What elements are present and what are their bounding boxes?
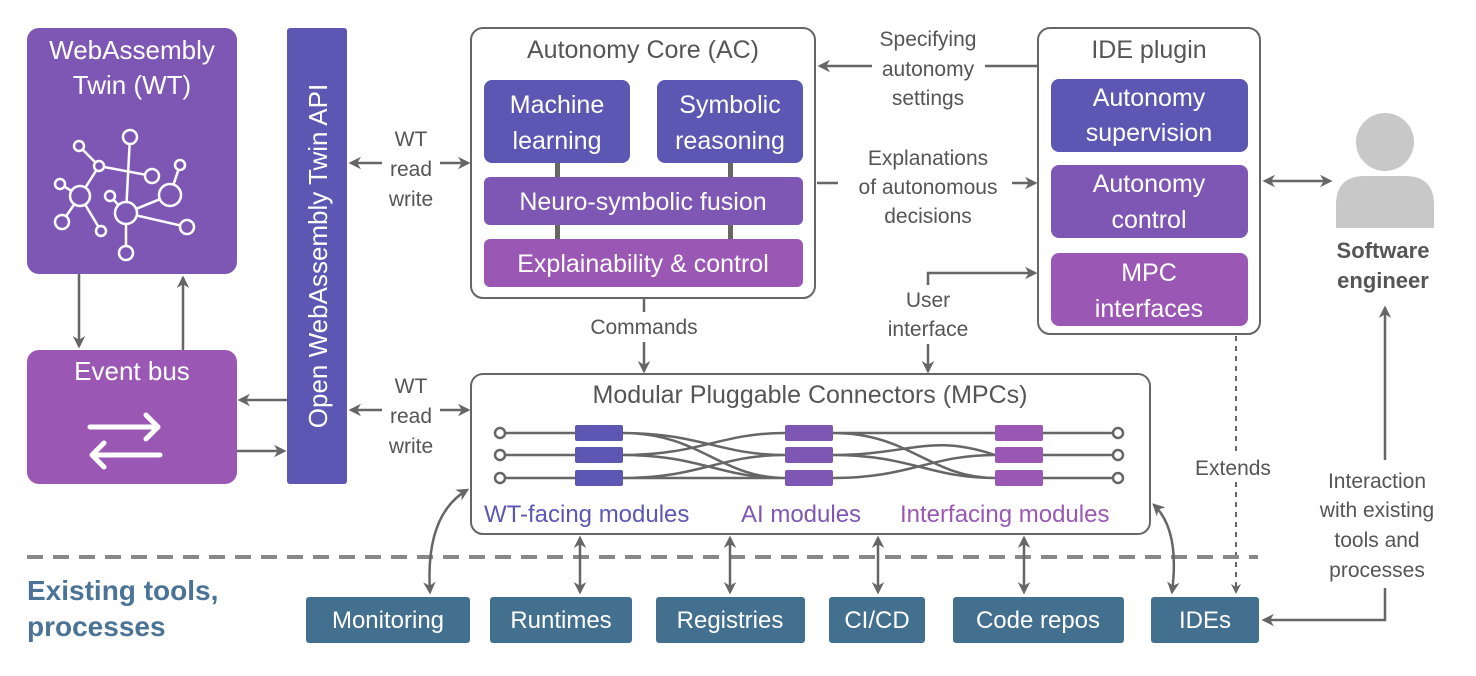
interaction-label: Interaction with existing tools and proc…	[1261, 305, 1434, 627]
svg-text:engineer: engineer	[1337, 268, 1429, 293]
architecture-diagram: WebAssembly Twin (WT) Event bus Open Web…	[27, 27, 1434, 643]
svg-text:Code repos: Code repos	[976, 607, 1100, 634]
svg-text:write: write	[388, 435, 433, 458]
tool-registries: Registries	[656, 597, 805, 643]
svg-text:Modular Pluggable Connectors (: Modular Pluggable Connectors (MPCs)	[593, 381, 1028, 409]
user-interface-label: User interface	[888, 266, 1038, 374]
svg-text:decisions: decisions	[884, 205, 972, 228]
wt-read-write-bottom: WT read write	[348, 375, 471, 458]
wt-facing-module-blocks	[575, 425, 623, 486]
svg-text:Software: Software	[1337, 238, 1430, 263]
svg-text:Autonomy: Autonomy	[1093, 84, 1206, 112]
svg-text:with existing: with existing	[1319, 499, 1434, 522]
svg-text:autonomy: autonomy	[882, 58, 975, 81]
ac-title: Autonomy Core (AC)	[527, 36, 759, 64]
svg-text:processes: processes	[1329, 559, 1425, 582]
tool-cicd: CI/CD	[829, 597, 925, 643]
svg-text:read: read	[390, 405, 432, 428]
svg-text:settings: settings	[892, 87, 964, 110]
webassembly-twin-box: WebAssembly Twin (WT)	[27, 28, 237, 274]
svg-text:Runtimes: Runtimes	[510, 607, 611, 634]
wt-read-write-top: WT read write	[348, 128, 471, 211]
svg-text:Registries: Registries	[677, 607, 784, 634]
svg-text:User: User	[906, 289, 950, 312]
svg-text:Extends: Extends	[1195, 457, 1271, 480]
ide-plugin-box: IDE plugin Autonomy supervision Autonomy…	[1037, 27, 1261, 335]
svg-text:reasoning: reasoning	[675, 127, 785, 155]
commands-label: Commands	[590, 298, 698, 374]
svg-text:WT: WT	[395, 128, 428, 151]
svg-text:CI/CD: CI/CD	[844, 607, 909, 634]
existing-tools-heading: Existing tools,	[27, 575, 218, 606]
svg-text:Monitoring: Monitoring	[332, 607, 444, 634]
svg-text:Autonomy: Autonomy	[1093, 170, 1206, 198]
svg-text:control: control	[1111, 206, 1186, 234]
interfacing-module-blocks	[995, 425, 1043, 486]
svg-text:AI modules: AI modules	[741, 501, 861, 528]
tool-runtimes: Runtimes	[490, 597, 632, 643]
user-icon	[1336, 113, 1434, 228]
event-bus-box: Event bus	[27, 350, 237, 484]
svg-text:tools and: tools and	[1334, 529, 1419, 552]
svg-text:Interaction: Interaction	[1328, 470, 1426, 493]
tool-ides: IDEs	[1151, 597, 1259, 643]
svg-text:Symbolic: Symbolic	[679, 91, 780, 119]
tool-monitoring: Monitoring	[306, 597, 470, 643]
mpc-box: Modular Pluggable Connectors (MPCs) WT-f…	[470, 373, 1151, 535]
svg-text:supervision: supervision	[1086, 119, 1212, 147]
svg-text:IDEs: IDEs	[1179, 607, 1231, 634]
svg-text:Explanations: Explanations	[868, 147, 988, 170]
tool-code-repos: Code repos	[953, 597, 1124, 643]
event-bus-label: Event bus	[74, 356, 190, 386]
svg-text:interface: interface	[888, 318, 969, 341]
extends-connector: Extends	[1195, 336, 1271, 594]
wt-title-line1: WebAssembly	[49, 35, 215, 65]
open-wt-api-bar: Open WebAssembly Twin API	[287, 28, 347, 484]
software-engineer: Software engineer	[1336, 113, 1434, 293]
svg-text:WT-facing modules: WT-facing modules	[484, 501, 689, 528]
ai-module-blocks	[785, 425, 833, 486]
svg-text:WT: WT	[395, 375, 428, 398]
svg-text:IDE plugin: IDE plugin	[1091, 36, 1206, 64]
svg-text:of autonomous: of autonomous	[859, 176, 998, 199]
svg-text:Explainability & control: Explainability & control	[517, 250, 769, 278]
specifying-settings-label: Specifying autonomy settings	[820, 28, 1038, 110]
svg-text:Commands: Commands	[590, 316, 697, 339]
svg-text:MPC: MPC	[1121, 259, 1177, 287]
svg-text:Machine: Machine	[510, 91, 605, 119]
autonomy-core-box: Autonomy Core (AC) Machine learning Symb…	[470, 27, 816, 299]
wt-title-line2: Twin (WT)	[73, 70, 191, 100]
svg-text:interfaces: interfaces	[1095, 295, 1203, 323]
svg-text:write: write	[388, 188, 433, 211]
svg-text:Neuro-symbolic fusion: Neuro-symbolic fusion	[519, 188, 766, 216]
existing-tools-heading-2: processes	[27, 611, 166, 642]
svg-text:learning: learning	[513, 127, 602, 155]
explanations-label: Explanations of autonomous decisions	[817, 147, 1038, 228]
api-label: Open WebAssembly Twin API	[303, 84, 333, 428]
svg-text:Interfacing modules: Interfacing modules	[900, 501, 1109, 528]
svg-text:Specifying: Specifying	[880, 28, 977, 51]
svg-text:read: read	[390, 158, 432, 181]
